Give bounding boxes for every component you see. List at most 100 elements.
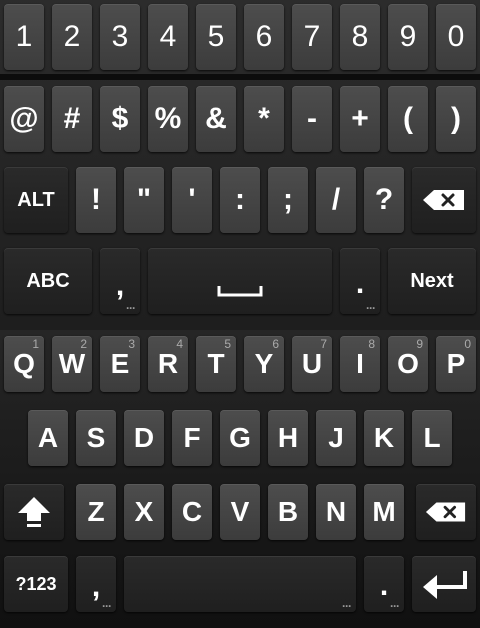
- key-right-paren[interactable]: ): [436, 86, 476, 152]
- key-u[interactable]: 7U: [292, 336, 332, 392]
- key-hint: 3: [128, 337, 135, 351]
- key-label: O: [397, 348, 419, 379]
- period-key[interactable]: . ···: [364, 556, 404, 612]
- key-exclamation[interactable]: !: [76, 167, 116, 233]
- key-label: M: [372, 496, 396, 527]
- key-label: U: [301, 348, 323, 379]
- key-asterisk[interactable]: *: [244, 86, 284, 152]
- key-semicolon[interactable]: ;: [268, 167, 308, 233]
- more-keys-indicator: ···: [126, 301, 136, 315]
- key-label: B: [277, 496, 299, 527]
- key-w[interactable]: 2W: [52, 336, 92, 392]
- key-n[interactable]: N: [316, 484, 356, 540]
- key-apostrophe[interactable]: ': [172, 167, 212, 233]
- delete-key[interactable]: [412, 167, 476, 233]
- key-hint: 0: [464, 337, 471, 351]
- key-label: F: [183, 422, 201, 453]
- key-hash[interactable]: #: [52, 86, 92, 152]
- key-6[interactable]: 6: [244, 4, 284, 70]
- key-s[interactable]: S: [76, 410, 116, 466]
- key-l[interactable]: L: [412, 410, 452, 466]
- key-label: ?: [374, 183, 394, 216]
- key-dollar[interactable]: $: [100, 86, 140, 152]
- key-7[interactable]: 7: [292, 4, 332, 70]
- key-label: ALT: [17, 188, 55, 211]
- period-key[interactable]: . ···: [340, 248, 380, 314]
- key-label: Y: [254, 348, 274, 379]
- key-plus[interactable]: +: [340, 86, 380, 152]
- key-v[interactable]: V: [220, 484, 260, 540]
- key-left-paren[interactable]: (: [388, 86, 428, 152]
- key-d[interactable]: D: [124, 410, 164, 466]
- key-at[interactable]: @: [4, 86, 44, 152]
- key-o[interactable]: 9O: [388, 336, 428, 392]
- backspace-icon: [425, 502, 466, 522]
- key-label: T: [207, 348, 225, 379]
- key-i[interactable]: 8I: [340, 336, 380, 392]
- comma-key[interactable]: , ···: [76, 556, 116, 612]
- key-label: (: [403, 102, 413, 135]
- key-label: ": [136, 183, 152, 216]
- abc-key[interactable]: ABC: [4, 248, 92, 314]
- key-hint: 4: [176, 337, 183, 351]
- key-g[interactable]: G: [220, 410, 260, 466]
- key-e[interactable]: 3E: [100, 336, 140, 392]
- key-label: @: [9, 102, 39, 135]
- alt-key[interactable]: ALT: [4, 167, 68, 233]
- more-keys-indicator: ···: [102, 599, 112, 613]
- enter-key[interactable]: [412, 556, 476, 612]
- key-r[interactable]: 4R: [148, 336, 188, 392]
- key-y[interactable]: 6Y: [244, 336, 284, 392]
- key-k[interactable]: K: [364, 410, 404, 466]
- key-2[interactable]: 2: [52, 4, 92, 70]
- key-label: #: [63, 102, 81, 135]
- key-question[interactable]: ?: [364, 167, 404, 233]
- key-label: E: [110, 348, 130, 379]
- key-ampersand[interactable]: &: [196, 86, 236, 152]
- key-label: K: [373, 422, 395, 453]
- key-label: &: [205, 102, 227, 135]
- key-9[interactable]: 9: [388, 4, 428, 70]
- key-label: :: [235, 183, 245, 216]
- key-m[interactable]: M: [364, 484, 404, 540]
- key-label: %: [154, 102, 182, 135]
- key-8[interactable]: 8: [340, 4, 380, 70]
- key-z[interactable]: Z: [76, 484, 116, 540]
- symbols-key[interactable]: ?123: [4, 556, 68, 612]
- key-1[interactable]: 1: [4, 4, 44, 70]
- key-label: C: [181, 496, 203, 527]
- key-t[interactable]: 5T: [196, 336, 236, 392]
- key-c[interactable]: C: [172, 484, 212, 540]
- backspace-icon: [423, 190, 464, 210]
- key-colon[interactable]: :: [220, 167, 260, 233]
- key-label: N: [325, 496, 347, 527]
- more-keys-indicator: ···: [366, 301, 376, 315]
- key-label: X: [134, 496, 154, 527]
- key-x[interactable]: X: [124, 484, 164, 540]
- delete-key[interactable]: [416, 484, 476, 540]
- key-a[interactable]: A: [28, 410, 68, 466]
- key-f[interactable]: F: [172, 410, 212, 466]
- next-key[interactable]: Next: [388, 248, 476, 314]
- key-label: 4: [159, 20, 177, 53]
- key-hint: 2: [80, 337, 87, 351]
- shift-key[interactable]: [4, 484, 64, 540]
- key-h[interactable]: H: [268, 410, 308, 466]
- key-slash[interactable]: /: [316, 167, 356, 233]
- key-b[interactable]: B: [268, 484, 308, 540]
- key-label: *: [258, 102, 270, 135]
- key-q[interactable]: 1Q: [4, 336, 44, 392]
- key-minus[interactable]: -: [292, 86, 332, 152]
- key-label: A: [37, 422, 59, 453]
- key-0[interactable]: 0: [436, 4, 476, 70]
- space-key[interactable]: [148, 248, 332, 314]
- key-percent[interactable]: %: [148, 86, 188, 152]
- key-5[interactable]: 5: [196, 4, 236, 70]
- space-key[interactable]: ···: [124, 556, 356, 612]
- key-3[interactable]: 3: [100, 4, 140, 70]
- key-4[interactable]: 4: [148, 4, 188, 70]
- key-p[interactable]: 0P: [436, 336, 476, 392]
- key-double-quote[interactable]: ": [124, 167, 164, 233]
- comma-key[interactable]: , ···: [100, 248, 140, 314]
- key-j[interactable]: J: [316, 410, 356, 466]
